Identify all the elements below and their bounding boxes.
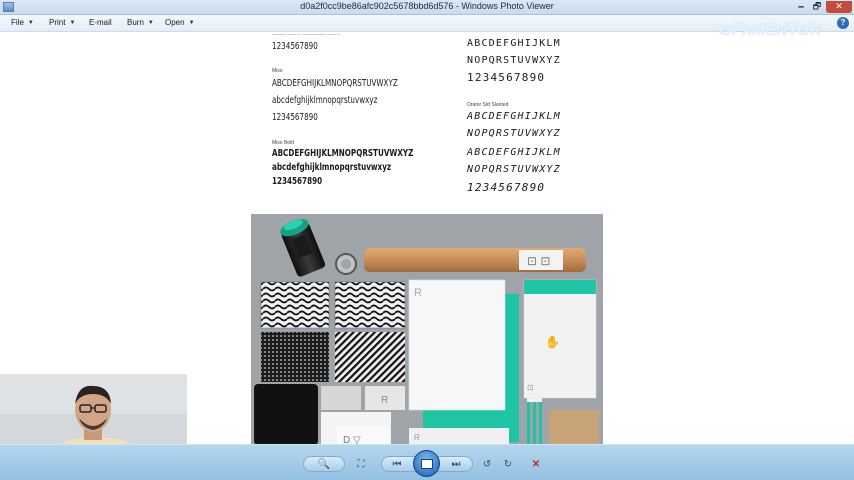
minimize-button[interactable]: 🗕	[794, 1, 808, 13]
specimen-line: ABCDEFGHIJKLMNOPQRSTUVWXYZ	[272, 148, 414, 159]
slideshow-button[interactable]	[413, 450, 440, 477]
title-bar[interactable]: d0a2f0cc9be86afc902c5678bbd6d576 - Windo…	[0, 0, 854, 15]
specimen-line: 1234567890	[272, 112, 318, 123]
menu-file-label: File	[11, 18, 24, 27]
specimen-line: NOPQRSTUVWXYZ	[467, 128, 561, 139]
specimen-line: ABCDEFGHIJKLM	[467, 111, 561, 122]
menu-email-label: E-mail	[89, 18, 112, 27]
chevron-down-icon: ▼	[69, 19, 76, 26]
stationery-mockup-illustration: ⊡ ⊡ R R ⊡ R D ▽	[251, 214, 603, 445]
stationery-mockup-photo: ⊡ ⊡ R R ⊡ R D ▽ ✋	[251, 214, 603, 445]
specimen-line: NOPQRSTUVWXYZ	[467, 55, 561, 66]
partial-cut-line: _____ ___ _ _________ ___ _	[272, 32, 341, 36]
close-window-button[interactable]: ✕	[826, 1, 852, 13]
specimen-line: 1234567890	[467, 71, 546, 84]
chevron-down-icon: ▼	[147, 19, 154, 26]
specimen-line: ABCDEFGHIJKLM	[467, 38, 561, 49]
specimen-line: 1234567890	[272, 176, 323, 187]
specimen-line: 1234567890	[272, 41, 318, 52]
menu-burn-label: Burn	[127, 18, 144, 27]
actual-size-icon[interactable]: ⛶	[353, 457, 369, 471]
delete-icon[interactable]: ✕	[529, 457, 543, 471]
font-caption: Miso Bold	[272, 140, 294, 146]
type-specimen-sheet: _____ ___ _ _________ ___ _ 1234567890 M…	[251, 32, 603, 214]
next-icon[interactable]: ⏭	[447, 457, 465, 471]
help-icon[interactable]: ?	[837, 17, 849, 29]
specimen-line: NOPQRSTUVWXYZ	[467, 164, 561, 175]
menu-print[interactable]: Print ▼	[49, 18, 75, 27]
chevron-down-icon: ▼	[27, 19, 34, 26]
rotate-counterclockwise-icon[interactable]: ↺	[480, 457, 494, 471]
chevron-down-icon: ▼	[188, 19, 195, 26]
specimen-line: abcdefghijklmnopqrstuvwxyz	[272, 162, 392, 173]
svg-text:⊡ ⊡: ⊡ ⊡	[527, 254, 550, 268]
menu-email[interactable]: E-mail	[89, 18, 112, 27]
specimen-line: 1234567890	[467, 181, 546, 194]
specimen-line: abcdefghijklmnopqrstuvwxyz	[272, 95, 378, 106]
font-caption: Orator Std Slanted	[467, 102, 509, 108]
svg-text:⊡: ⊡	[527, 383, 534, 392]
menu-burn[interactable]: Burn ▼	[127, 18, 154, 27]
menu-print-label: Print	[49, 18, 66, 27]
previous-icon[interactable]: ⏮	[388, 457, 406, 471]
svg-text:R: R	[414, 433, 420, 442]
maximize-button[interactable]: 🗗	[810, 1, 824, 13]
specimen-line: ABCDEFGHIJKLMNOPQRSTUVWXYZ	[272, 78, 398, 89]
menu-open[interactable]: Open ▼	[165, 18, 195, 27]
font-caption: Miso	[272, 68, 283, 74]
letterhead-sheet	[408, 279, 506, 411]
specimen-line: ABCDEFGHIJKLM	[467, 147, 561, 158]
menu-open-label: Open	[165, 18, 185, 27]
hand-cursor-icon: ✋	[545, 335, 560, 349]
window-title: d0a2f0cc9be86afc902c5678bbd6d576 - Windo…	[300, 1, 554, 11]
photo-viewer-window: d0a2f0cc9be86afc902c5678bbd6d576 - Windo…	[0, 0, 854, 480]
gfxmentor-watermark-logo: GFXMENTOR	[719, 22, 821, 39]
displayed-photo: _____ ___ _ _________ ___ _ 1234567890 M…	[251, 32, 603, 445]
letterhead-mark: R	[414, 287, 422, 299]
zoom-icon[interactable]: 🔍	[314, 457, 334, 471]
rotate-clockwise-icon[interactable]: ↻	[501, 457, 515, 471]
slideshow-icon	[421, 459, 433, 469]
svg-text:R: R	[381, 395, 388, 406]
menu-file[interactable]: File ▼	[11, 18, 34, 27]
